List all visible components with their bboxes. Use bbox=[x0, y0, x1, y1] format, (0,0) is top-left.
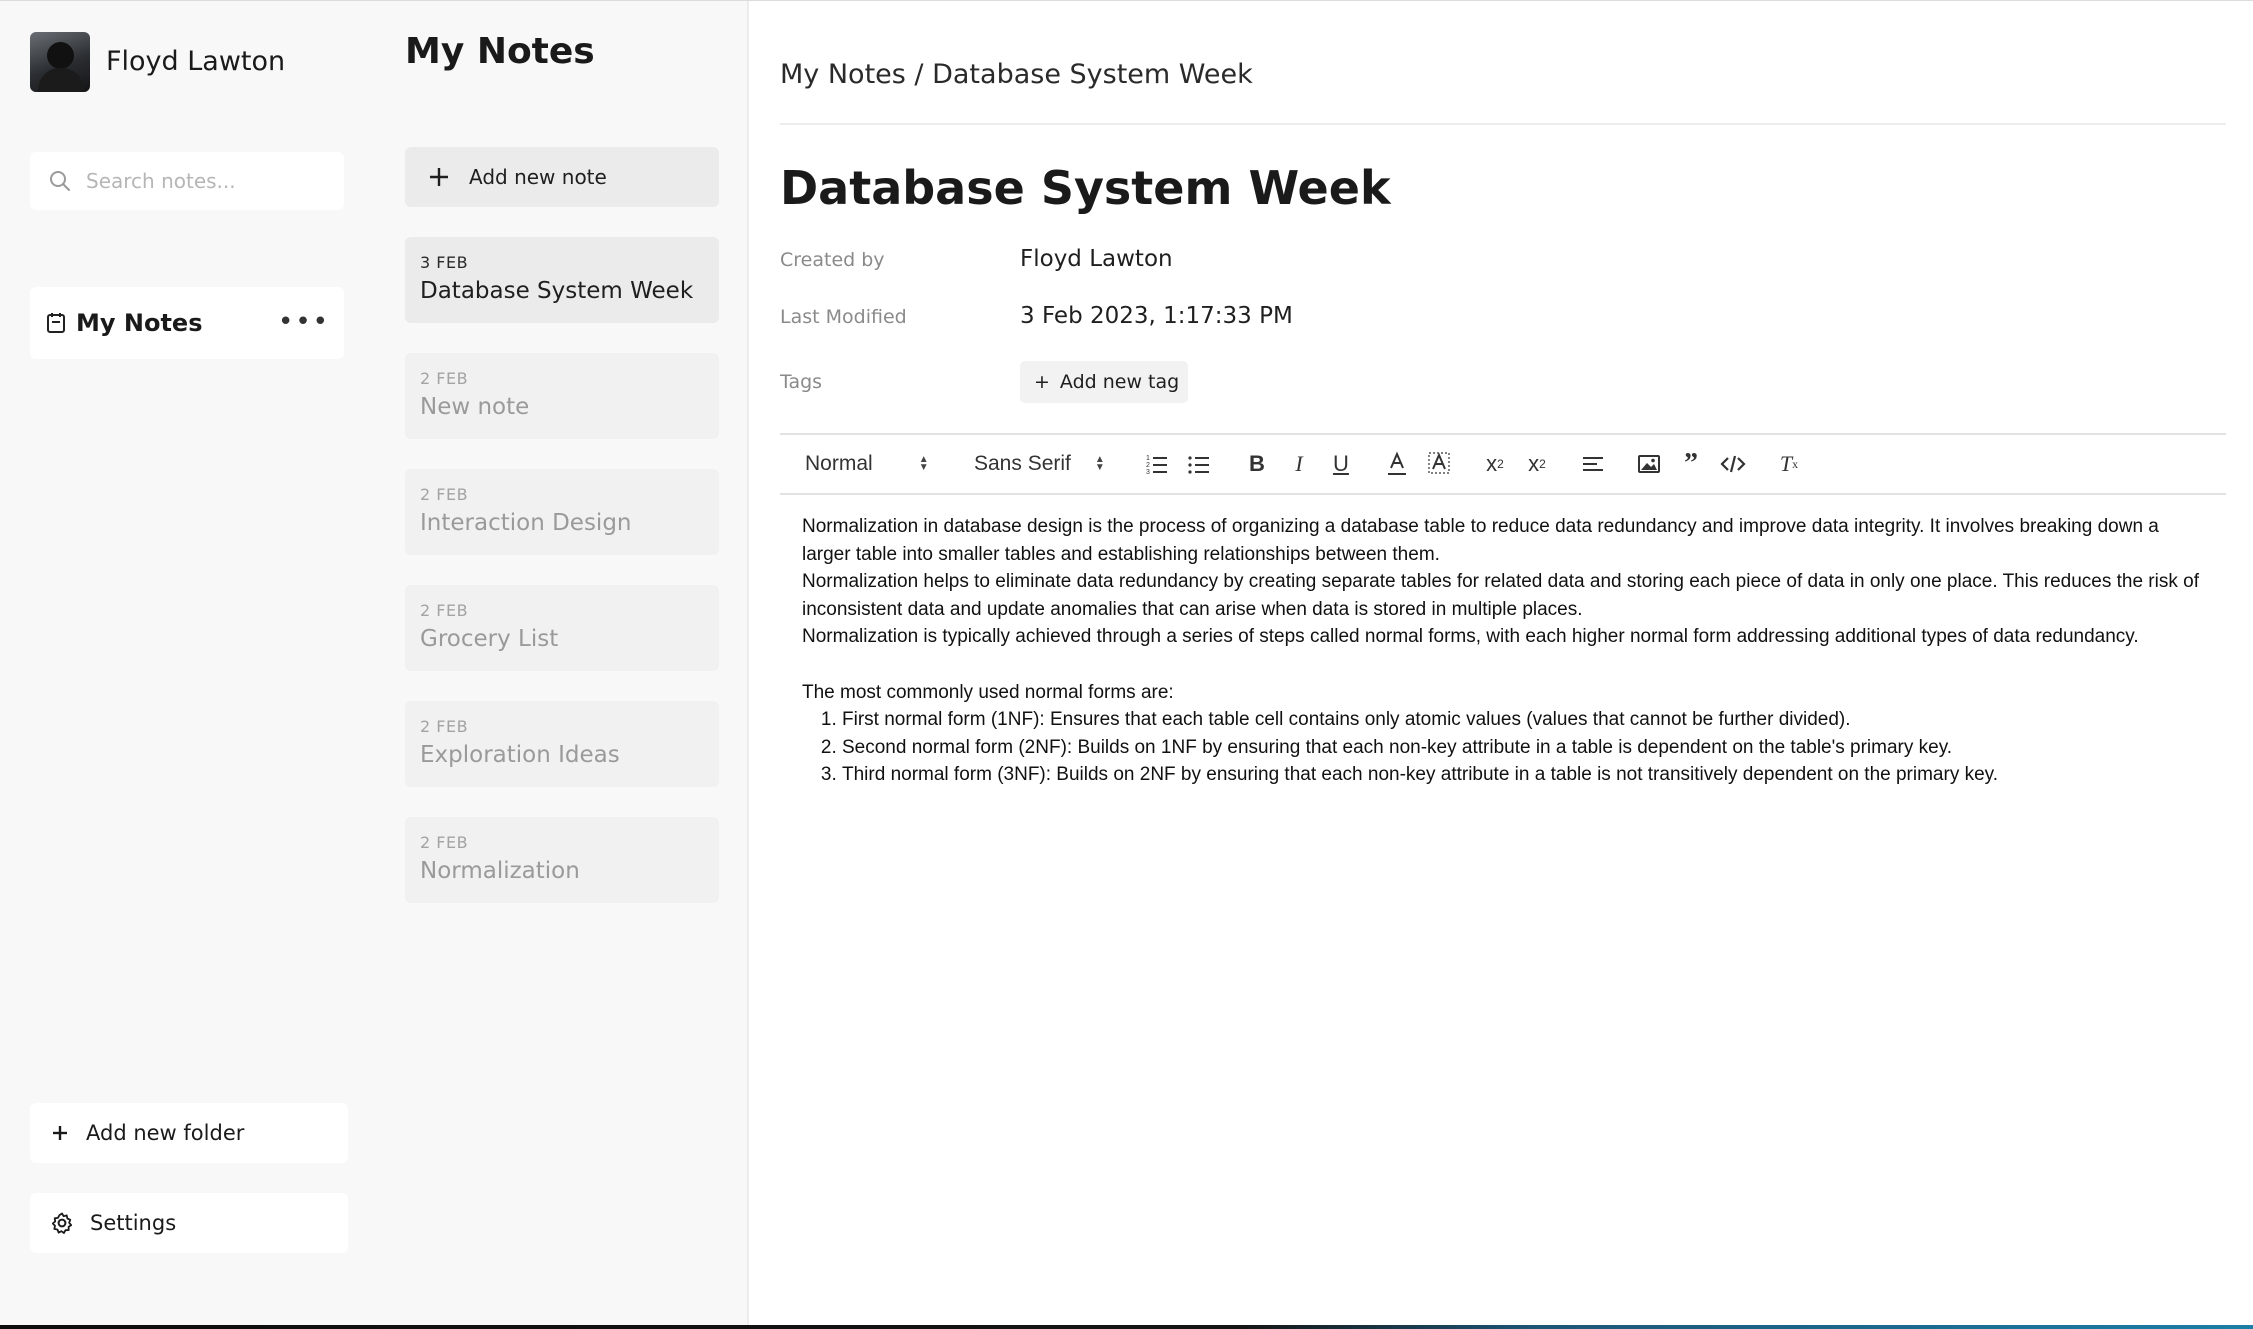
folder-item-my-notes[interactable]: My Notes ••• bbox=[30, 287, 344, 359]
highlight-icon[interactable] bbox=[1426, 451, 1452, 477]
divider bbox=[780, 123, 2226, 125]
heading-select[interactable]: Normal ▲ ▼ bbox=[805, 452, 950, 476]
plus-icon bbox=[53, 1126, 67, 1140]
user-profile[interactable]: Floyd Lawton bbox=[30, 31, 285, 92]
avatar[interactable] bbox=[30, 31, 90, 92]
font-select-value: Sans Serif bbox=[974, 452, 1071, 475]
notebook-icon bbox=[47, 313, 65, 333]
note-date: 2 FEB bbox=[420, 601, 469, 620]
note-title: Grocery List bbox=[420, 626, 559, 652]
note-title: Exploration Ideas bbox=[420, 742, 620, 768]
note-date: 2 FEB bbox=[420, 833, 469, 852]
folder-label: My Notes bbox=[76, 309, 203, 337]
clear-format-icon[interactable]: Tx bbox=[1776, 451, 1802, 477]
text-color-icon[interactable] bbox=[1384, 451, 1410, 477]
plus-icon: + bbox=[1034, 371, 1050, 393]
sidebar: Floyd Lawton My Notes ••• Ad bbox=[0, 1, 375, 1325]
font-select[interactable]: Sans Serif ▲ ▼ bbox=[974, 452, 1144, 476]
note-date: 2 FEB bbox=[420, 369, 469, 388]
select-arrows-icon: ▲ ▼ bbox=[1094, 454, 1105, 473]
note-card[interactable]: 2 FEB Normalization bbox=[405, 817, 719, 903]
note-date: 2 FEB bbox=[420, 485, 469, 504]
paragraph: Normalization is typically achieved thro… bbox=[802, 626, 2139, 648]
tags-label: Tags bbox=[780, 371, 823, 393]
note-card[interactable]: 3 FEB Database System Week bbox=[405, 237, 719, 323]
note-card[interactable]: 2 FEB Interaction Design bbox=[405, 469, 719, 555]
editor-toolbar: Normal ▲ ▼ Sans Serif ▲ ▼ 1 2 3 B I U x … bbox=[780, 435, 2226, 495]
paragraph: Normalization helps to eliminate data re… bbox=[802, 571, 2199, 620]
user-name: Floyd Lawton bbox=[106, 46, 286, 77]
note-title: New note bbox=[420, 394, 530, 420]
list-item: Second normal form (2NF): Builds on 1NF … bbox=[842, 734, 2212, 762]
last-modified-label: Last Modified bbox=[780, 306, 907, 328]
note-card[interactable]: 2 FEB Grocery List bbox=[405, 585, 719, 671]
underline-icon[interactable]: U bbox=[1328, 451, 1354, 477]
search-box[interactable] bbox=[30, 152, 344, 210]
note-title: Interaction Design bbox=[420, 510, 632, 536]
add-tag-button[interactable]: + Add new tag bbox=[1020, 361, 1188, 403]
more-options-icon[interactable]: ••• bbox=[278, 309, 330, 335]
editor-content[interactable]: Normalization in database design is the … bbox=[802, 513, 2212, 789]
note-title: Normalization bbox=[420, 858, 580, 884]
rich-text-editor: Normal ▲ ▼ Sans Serif ▲ ▼ 1 2 3 B I U x … bbox=[780, 433, 2226, 793]
add-folder-label: Add new folder bbox=[86, 1121, 245, 1145]
align-icon[interactable] bbox=[1580, 451, 1606, 477]
created-by-label: Created by bbox=[780, 249, 885, 271]
plus-icon bbox=[430, 168, 448, 186]
settings-button[interactable]: Settings bbox=[30, 1193, 348, 1253]
svg-text:3: 3 bbox=[1146, 469, 1150, 476]
avatar-head bbox=[47, 41, 74, 69]
blockquote-icon[interactable]: ” bbox=[1678, 448, 1704, 479]
avatar-body bbox=[38, 67, 84, 92]
notes-panel: My Notes Add new note 3 FEB Database Sys… bbox=[375, 1, 749, 1325]
note-date: 2 FEB bbox=[420, 717, 469, 736]
svg-text:2: 2 bbox=[1146, 462, 1150, 469]
breadcrumb: My Notes / Database System Week bbox=[780, 59, 1253, 90]
note-editor-pane: My Notes / Database System Week Database… bbox=[780, 1, 2226, 1325]
gear-icon bbox=[51, 1212, 73, 1234]
settings-label: Settings bbox=[90, 1211, 177, 1235]
list-item: Third normal form (3NF): Builds on 2NF b… bbox=[842, 761, 2212, 789]
svg-text:1: 1 bbox=[1146, 455, 1150, 462]
subscript-icon[interactable]: x2 bbox=[1482, 451, 1508, 477]
italic-icon[interactable]: I bbox=[1286, 451, 1312, 477]
ordered-list: First normal form (1NF): Ensures that ea… bbox=[802, 706, 2212, 789]
select-arrows-icon: ▲ ▼ bbox=[918, 454, 929, 473]
image-icon[interactable] bbox=[1636, 451, 1662, 477]
list-item: First normal form (1NF): Ensures that ea… bbox=[842, 706, 2212, 734]
window-bottom-edge bbox=[0, 1325, 2253, 1329]
note-card[interactable]: 2 FEB Exploration Ideas bbox=[405, 701, 719, 787]
code-icon[interactable] bbox=[1720, 451, 1746, 477]
search-icon bbox=[50, 171, 70, 191]
page-title[interactable]: Database System Week bbox=[780, 161, 1391, 215]
superscript-icon[interactable]: x2 bbox=[1524, 451, 1550, 477]
bullet-list-icon[interactable] bbox=[1186, 451, 1212, 477]
notes-panel-title: My Notes bbox=[405, 31, 595, 72]
paragraph: Normalization in database design is the … bbox=[802, 516, 2159, 565]
note-card[interactable]: 2 FEB New note bbox=[405, 353, 719, 439]
empty-line bbox=[802, 651, 2212, 679]
add-note-label: Add new note bbox=[469, 165, 607, 189]
created-by-value: Floyd Lawton bbox=[1020, 246, 1173, 272]
bold-icon[interactable]: B bbox=[1244, 451, 1270, 477]
note-date: 3 FEB bbox=[420, 253, 469, 272]
last-modified-value: 3 Feb 2023, 1:17:33 PM bbox=[1020, 303, 1293, 329]
note-title: Database System Week bbox=[420, 278, 694, 304]
add-folder-button[interactable]: Add new folder bbox=[30, 1103, 348, 1163]
search-input[interactable] bbox=[86, 169, 326, 193]
add-note-button[interactable]: Add new note bbox=[405, 147, 719, 207]
notes-app: Floyd Lawton My Notes ••• Ad bbox=[0, 0, 2253, 1329]
paragraph: The most commonly used normal forms are: bbox=[802, 681, 1174, 703]
heading-select-value: Normal bbox=[805, 452, 873, 475]
ordered-list-icon[interactable]: 1 2 3 bbox=[1144, 451, 1170, 477]
add-tag-label: Add new tag bbox=[1059, 371, 1180, 393]
